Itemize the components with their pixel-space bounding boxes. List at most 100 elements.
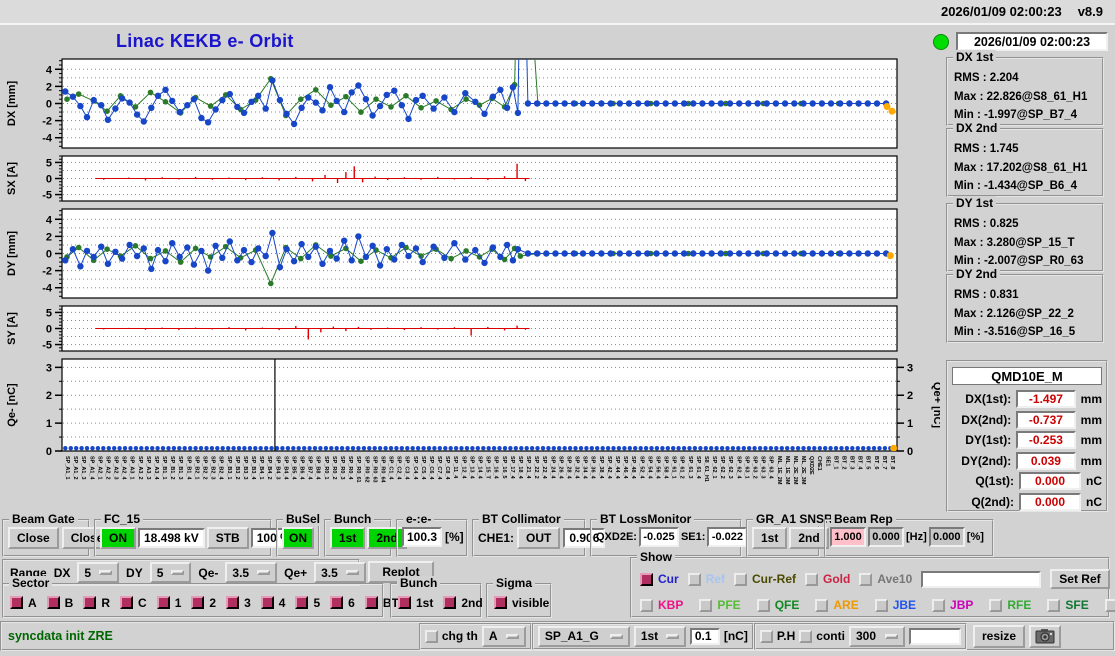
chg-th-checkbox[interactable] [424,629,438,643]
set-ref-button[interactable]: Set Ref [1050,569,1110,589]
show-pfe-checkbox[interactable] [699,598,713,612]
group-title: Sigma [493,576,536,590]
sector-label: 4 [278,595,286,610]
range-dx-select[interactable]: 5 [77,562,120,583]
sigma-visible-checkbox[interactable] [494,596,507,609]
sector-label: 3 [244,595,251,610]
sector-c-checkbox[interactable] [120,596,134,609]
svg-text:SP_A2_2: SP_A2_2 [104,456,110,480]
status-bar: syncdata init ZRE chg th A SP_A1_G 1st [… [0,621,1115,651]
group-title: Bunch [331,512,375,526]
sector-b-checkbox[interactable] [46,596,60,609]
sector-6-checkbox[interactable] [330,596,344,609]
resize-button[interactable]: resize [972,624,1025,648]
ref-name-input[interactable] [921,570,1042,588]
gr-snsr-2nd-button[interactable]: 2nd [789,527,829,549]
orbit-plots: 4 2 0 -2 -4 DX [mm] 5 0 -5 SX [A] 4 2 0 -2 -4 DY [mm] 5 0… [6,58,940,485]
svg-text:0: 0 [907,446,913,458]
show-gold-checkbox[interactable] [805,572,819,586]
bunch-1st-checkbox[interactable] [398,596,411,609]
busel-on-button[interactable]: ON [282,527,314,549]
sector-5-checkbox[interactable] [295,596,309,609]
show-sfe-checkbox[interactable] [1047,598,1061,612]
svg-text:SP_48_4: SP_48_4 [630,456,636,480]
stat-title: DX 1st [953,50,997,64]
range-qep-label: Qe+ [284,565,308,580]
fc15-stb-button[interactable]: STB [206,527,249,549]
monitor-row: DX(2nd): -0.737 mm [961,410,1102,429]
status-led-icon [933,34,949,50]
svg-text:DY [mm]: DY [mm] [6,231,18,276]
sector-1-checkbox[interactable] [156,596,170,609]
ph-checkbox[interactable] [759,629,773,643]
svg-text:SP_R0_64: SP_R0_64 [379,456,385,484]
sector-r-checkbox[interactable] [83,596,97,609]
fc15-on-button[interactable]: ON [100,527,136,549]
svg-text:-2: -2 [42,116,52,128]
gr-snsr-1st-button[interactable]: 1st [752,527,788,549]
svg-text:0: 0 [46,324,52,336]
chg-th-select[interactable]: A [481,625,526,647]
svg-text:SP_R0_2: SP_R0_2 [331,456,337,480]
show-zre-checkbox[interactable] [1104,598,1115,612]
svg-text:CHE1: CHE1 [816,456,822,471]
svg-text:SP_B3_2: SP_B3_2 [234,456,240,480]
svg-text:SP_21_4: SP_21_4 [525,456,531,480]
svg-text:SP_C4_4: SP_C4_4 [412,456,418,480]
show-ave10-checkbox[interactable] [859,572,873,586]
show-qfe-checkbox[interactable] [756,598,770,612]
group-title: FC_15 [101,512,144,526]
svg-text:SP_38_4: SP_38_4 [598,456,604,480]
sector-label: B [64,595,74,610]
bunch-order-select[interactable]: 1st [633,625,686,647]
show-are-label: ARE [833,598,859,612]
page-title: Linac KEKB e- Orbit [116,31,294,51]
show-cur-checkbox[interactable] [640,572,653,586]
range-qep-select[interactable]: 3.5 [314,562,366,583]
svg-text:ML_2E_3M: ML_2E_3M [800,456,806,485]
bpm-select[interactable]: SP_A1_G [537,625,630,647]
beam-gate-close-1-button[interactable]: Close [8,527,59,549]
svg-text:SP_R0_62: SP_R0_62 [363,456,369,483]
bunch-1st-button[interactable]: 1st [330,527,366,549]
sector-a-checkbox[interactable] [10,596,23,609]
sector-bt-checkbox[interactable] [364,596,378,609]
se1-label: SE1: [680,531,706,543]
sector-2-checkbox[interactable] [191,596,205,609]
svg-text:ML_2E_2M: ML_2E_2M [792,456,798,485]
conti-checkbox[interactable] [799,629,813,643]
show-rfe-checkbox[interactable] [989,598,1003,612]
extra-input[interactable] [908,627,961,645]
show-kbp-checkbox[interactable] [640,598,653,612]
bunch-2nd-checkbox[interactable] [443,596,457,609]
svg-text:SP_B4_1: SP_B4_1 [258,456,264,480]
threshold-input[interactable] [689,627,720,645]
monitor-row: DY(1st): -0.253 mm [965,431,1102,450]
beam-rep-hz-unit: [Hz] [906,531,927,543]
show-ref-checkbox[interactable] [687,572,701,586]
svg-text:SP_61_1: SP_61_1 [671,456,677,479]
snapshot-button[interactable] [1029,624,1061,648]
interval-select[interactable]: 300 [848,625,905,647]
show-cur-ref-checkbox[interactable] [734,572,748,586]
svg-text:SP_26_4: SP_26_4 [557,456,563,480]
group-title: BT LossMonitor [597,512,695,526]
range-dy-select[interactable]: 5 [149,562,192,583]
svg-text:SP_58_4: SP_58_4 [663,456,669,480]
bpm-monitor-title: QMD10E_M [952,367,1102,385]
svg-text:5: 5 [46,157,52,169]
window-datetime: 2026/01/09 02:00:23 [940,4,1062,19]
show-jbe-checkbox[interactable] [874,598,888,612]
svg-text:SP_62_1: SP_62_1 [711,456,717,479]
sector-3-checkbox[interactable] [226,596,240,609]
show-jbp-checkbox[interactable] [932,598,946,612]
option-menu-icon [609,633,623,639]
show-are-checkbox[interactable] [815,598,829,612]
sector-4-checkbox[interactable] [260,596,274,609]
che1-out-button[interactable]: OUT [517,527,561,549]
chg-th-group: chg th A [418,622,532,650]
range-qem-select[interactable]: 3.5 [225,562,278,583]
svg-text:-5: -5 [42,340,52,352]
timestamp-display: 2026/01/09 02:00:23 [956,32,1108,51]
group-title: Show [637,550,675,564]
